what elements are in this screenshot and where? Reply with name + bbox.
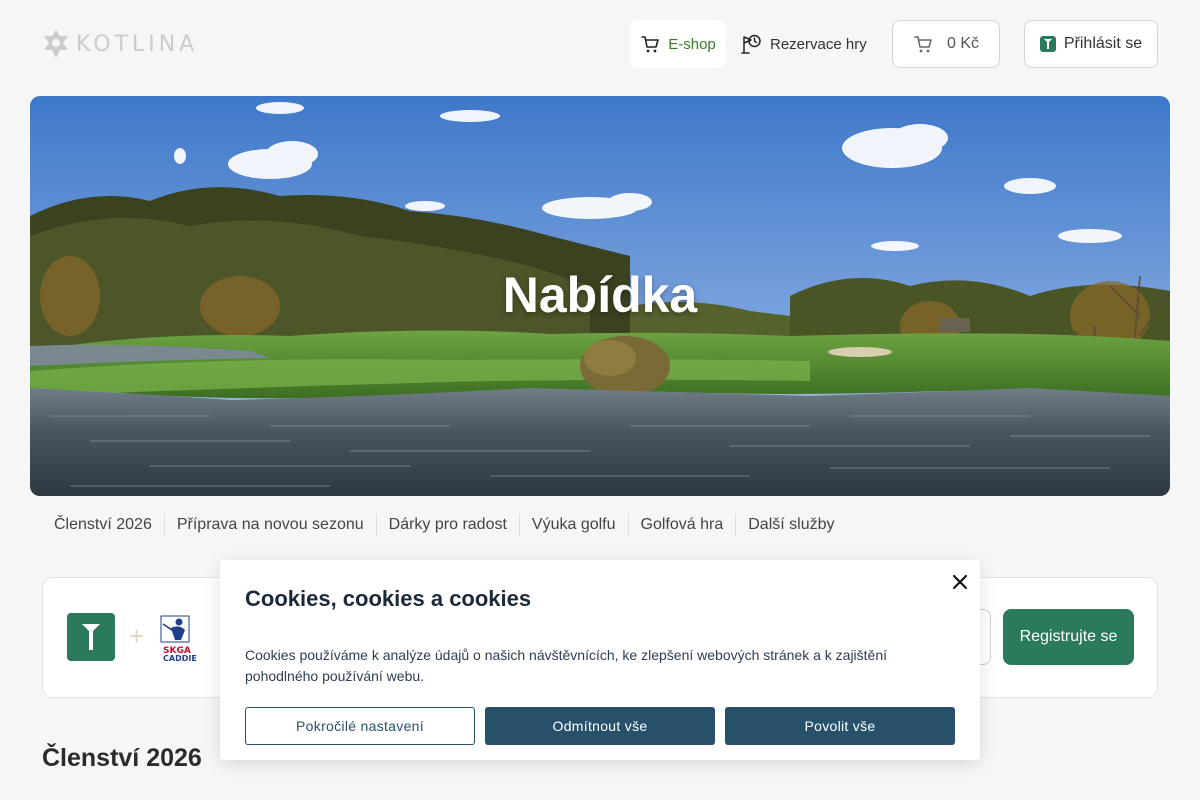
close-icon[interactable]	[948, 570, 972, 594]
login-label: Přihlásit se	[1063, 35, 1143, 52]
golf-flag-clock-icon	[741, 34, 761, 54]
caddie-golfer-icon: SKGA CADDIE	[160, 615, 197, 663]
reservation-link[interactable]: Rezervace hry	[736, 20, 871, 68]
category-item-season-prep[interactable]: Příprava na novou sezonu	[163, 514, 376, 536]
logo-icon	[44, 30, 68, 58]
cart-icon	[641, 36, 660, 53]
register-button[interactable]: Registrujte se	[1003, 609, 1134, 665]
hero-banner: Nabídka	[30, 96, 1170, 496]
eshop-link[interactable]: E-shop	[630, 20, 726, 68]
skga-caddie-logo: SKGA CADDIE	[159, 614, 209, 663]
category-item-other-services[interactable]: Další služby	[735, 514, 846, 536]
cookie-description: Cookies používáme k analýze údajů o naši…	[245, 647, 888, 684]
reservation-label: Rezervace hry	[770, 35, 867, 53]
category-item-lessons[interactable]: Výuka golfu	[518, 514, 628, 536]
site-header: KOTLINA E-shop Rezervace hry 0 Kč Přihlá…	[0, 0, 1200, 96]
advanced-settings-button[interactable]: Pokročilé nastavení	[245, 707, 475, 745]
site-logo[interactable]: KOTLINA	[42, 28, 198, 60]
category-nav: Členství 2026 Příprava na novou sezonu D…	[42, 512, 846, 538]
cookie-dialog: Cookies, cookies a cookies Cookies použí…	[220, 560, 980, 760]
tee-icon	[1039, 36, 1056, 52]
eshop-label: E-shop	[668, 35, 716, 53]
reject-all-button[interactable]: Odmítnout vše	[485, 707, 715, 745]
category-item-membership[interactable]: Členství 2026	[42, 514, 164, 536]
plus-icon: +	[129, 621, 145, 651]
category-item-golf-play[interactable]: Golfová hra	[627, 514, 736, 536]
accept-all-button[interactable]: Povolit vše	[725, 707, 955, 745]
section-title: Členství 2026	[42, 744, 202, 772]
cart-button[interactable]: 0 Kč	[892, 20, 1000, 68]
svg-text:CADDIE: CADDIE	[163, 654, 197, 662]
golf-course-image	[30, 96, 1170, 496]
login-button[interactable]: Přihlásit se	[1024, 20, 1158, 68]
cookie-title: Cookies, cookies a cookies	[245, 586, 532, 611]
tee-icon	[67, 613, 115, 661]
category-item-gifts[interactable]: Dárky pro radost	[375, 514, 519, 536]
cart-icon	[914, 36, 932, 53]
logo-text: KOTLINA	[76, 31, 199, 57]
cart-total: 0 Kč	[946, 35, 979, 52]
